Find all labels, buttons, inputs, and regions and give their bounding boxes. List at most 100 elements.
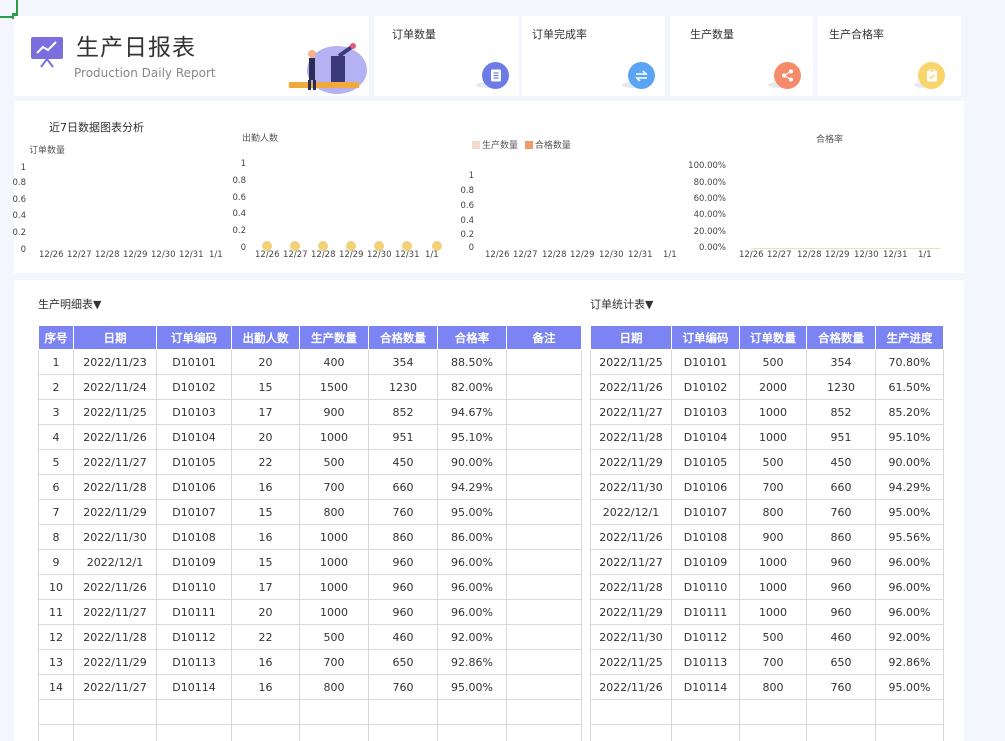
- table-cell[interactable]: 1: [38, 349, 74, 375]
- table-cell[interactable]: D10108: [156, 524, 232, 550]
- table-cell[interactable]: 15: [231, 499, 300, 525]
- table-cell[interactable]: [590, 724, 672, 741]
- table-cell[interactable]: 95.00%: [875, 674, 944, 700]
- table-cell[interactable]: 70.80%: [875, 349, 944, 375]
- table-cell[interactable]: [506, 574, 582, 600]
- table-cell[interactable]: 17: [231, 574, 300, 600]
- table-cell[interactable]: D10111: [156, 599, 232, 625]
- table-cell[interactable]: 1230: [806, 374, 876, 400]
- table-cell[interactable]: 1500: [299, 374, 369, 400]
- table-cell[interactable]: 20: [231, 599, 300, 625]
- table-cell[interactable]: [437, 724, 507, 741]
- production-header-cell[interactable]: 合格数量: [368, 325, 438, 350]
- table-cell[interactable]: 16: [231, 674, 300, 700]
- table-cell[interactable]: 12: [38, 624, 74, 650]
- table-cell[interactable]: [739, 724, 807, 741]
- table-cell[interactable]: 95.56%: [875, 524, 944, 550]
- table-cell[interactable]: [506, 549, 582, 575]
- table-cell[interactable]: D10101: [156, 349, 232, 375]
- table-cell[interactable]: 500: [739, 449, 807, 475]
- table-cell[interactable]: [506, 424, 582, 450]
- scatter-point[interactable]: [402, 241, 412, 251]
- table-cell[interactable]: 4: [38, 424, 74, 450]
- table-cell[interactable]: D10103: [156, 399, 232, 425]
- table-cell[interactable]: [506, 624, 582, 650]
- table-cell[interactable]: 500: [739, 349, 807, 375]
- table-cell[interactable]: 14: [38, 674, 74, 700]
- table-cell[interactable]: [506, 599, 582, 625]
- order-header-cell[interactable]: 生产进度: [875, 325, 944, 350]
- table-cell[interactable]: [156, 699, 232, 725]
- table-cell[interactable]: 900: [739, 524, 807, 550]
- table-cell[interactable]: 15: [231, 374, 300, 400]
- table-cell[interactable]: 500: [299, 449, 369, 475]
- table-cell[interactable]: [156, 724, 232, 741]
- table-cell[interactable]: 800: [739, 674, 807, 700]
- table-cell[interactable]: [506, 674, 582, 700]
- table-cell[interactable]: 650: [806, 649, 876, 675]
- table-cell[interactable]: [38, 724, 74, 741]
- table-cell[interactable]: [299, 699, 369, 725]
- production-header-cell[interactable]: 日期: [73, 325, 157, 350]
- table-cell[interactable]: 90.00%: [437, 449, 507, 475]
- table-cell[interactable]: [506, 724, 582, 741]
- table-cell[interactable]: [299, 724, 369, 741]
- table-cell[interactable]: 96.00%: [875, 574, 944, 600]
- table-cell[interactable]: 94.67%: [437, 399, 507, 425]
- production-header-cell[interactable]: 序号: [38, 325, 74, 350]
- table-cell[interactable]: 8: [38, 524, 74, 550]
- table-cell[interactable]: 17: [231, 399, 300, 425]
- order-header-cell[interactable]: 订单数量: [739, 325, 807, 350]
- table-cell[interactable]: 85.20%: [875, 399, 944, 425]
- table-cell[interactable]: [875, 724, 944, 741]
- table-cell[interactable]: 1000: [739, 549, 807, 575]
- table-cell[interactable]: 96.00%: [437, 574, 507, 600]
- table-cell[interactable]: 82.00%: [437, 374, 507, 400]
- table-cell[interactable]: 960: [368, 574, 438, 600]
- table-cell[interactable]: 450: [368, 449, 438, 475]
- table-cell[interactable]: D10110: [671, 574, 740, 600]
- table-cell[interactable]: [231, 724, 300, 741]
- table-cell[interactable]: 760: [806, 674, 876, 700]
- table-cell[interactable]: [73, 724, 157, 741]
- table-cell[interactable]: 90.00%: [875, 449, 944, 475]
- table-cell[interactable]: 500: [739, 624, 807, 650]
- table-cell[interactable]: 2022/11/27: [73, 674, 157, 700]
- table-cell[interactable]: 2022/11/25: [73, 399, 157, 425]
- table-cell[interactable]: 86.00%: [437, 524, 507, 550]
- production-header-cell[interactable]: 出勤人数: [231, 325, 300, 350]
- table-cell[interactable]: D10106: [156, 474, 232, 500]
- kpi-card-production[interactable]: 生产数量: [670, 16, 813, 96]
- table-cell[interactable]: D10103: [671, 399, 740, 425]
- table-cell[interactable]: 10: [38, 574, 74, 600]
- table-cell[interactable]: 2022/11/28: [590, 424, 672, 450]
- kpi-card-pass-rate[interactable]: 生产合格率: [818, 16, 961, 96]
- table-cell[interactable]: D10105: [671, 449, 740, 475]
- table-cell[interactable]: 6: [38, 474, 74, 500]
- table-cell[interactable]: 2022/11/25: [590, 349, 672, 375]
- table-cell[interactable]: 92.00%: [437, 624, 507, 650]
- production-header-cell[interactable]: 生产数量: [299, 325, 369, 350]
- table-cell[interactable]: [73, 699, 157, 725]
- table-cell[interactable]: D10109: [156, 549, 232, 575]
- table-cell[interactable]: 22: [231, 624, 300, 650]
- table-cell[interactable]: 96.00%: [875, 599, 944, 625]
- table-cell[interactable]: 16: [231, 524, 300, 550]
- scatter-point[interactable]: [374, 241, 384, 251]
- table-cell[interactable]: 88.50%: [437, 349, 507, 375]
- table-cell[interactable]: [506, 699, 582, 725]
- table-cell[interactable]: 20: [231, 424, 300, 450]
- table-cell[interactable]: 2: [38, 374, 74, 400]
- table-cell[interactable]: 900: [299, 399, 369, 425]
- table-cell[interactable]: D10114: [156, 674, 232, 700]
- table-cell[interactable]: D10109: [671, 549, 740, 575]
- table-cell[interactable]: 1000: [299, 524, 369, 550]
- table-cell[interactable]: 94.29%: [875, 474, 944, 500]
- table-cell[interactable]: 2022/11/27: [73, 599, 157, 625]
- table-cell[interactable]: D10107: [156, 499, 232, 525]
- table-cell[interactable]: 95.10%: [875, 424, 944, 450]
- table-cell[interactable]: D10107: [671, 499, 740, 525]
- table-cell[interactable]: 2022/11/27: [590, 549, 672, 575]
- table-cell[interactable]: 450: [806, 449, 876, 475]
- table-cell[interactable]: 2022/12/1: [73, 549, 157, 575]
